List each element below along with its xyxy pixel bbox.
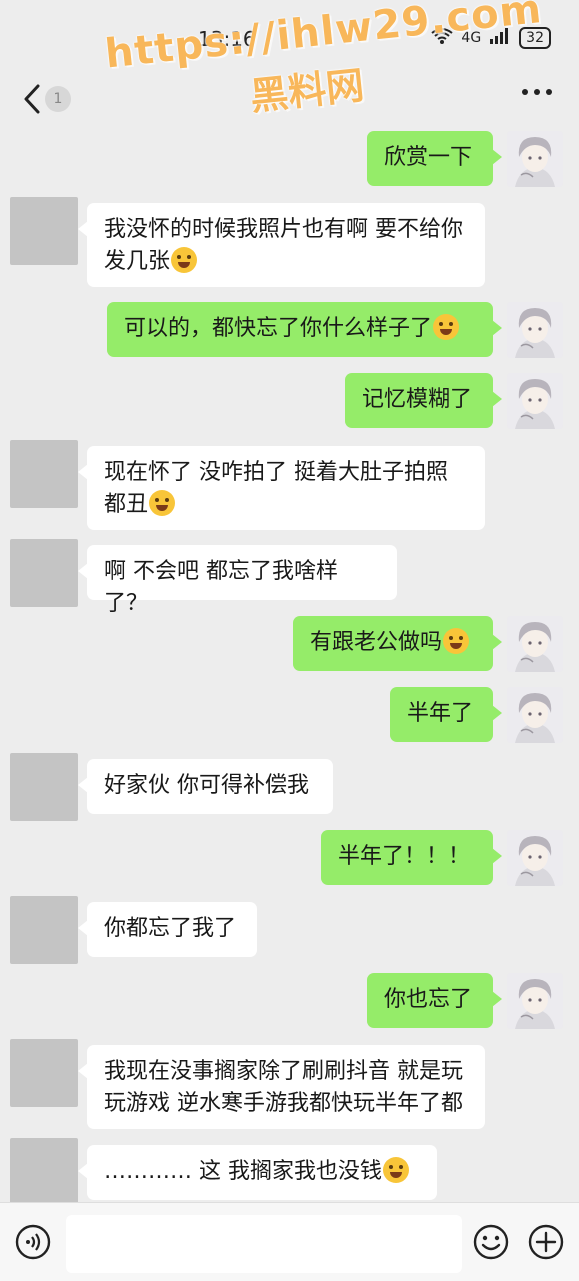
plus-button[interactable] [527, 1223, 565, 1261]
chat-header [0, 70, 579, 128]
message-text: 你都忘了我了 [104, 916, 237, 941]
message-text: 我没怀的时候我照片也有啊 要不给你发几张 [104, 217, 463, 274]
message-text: 啊 不会吧 都忘了我啥样了？ [104, 559, 338, 616]
voice-icon [15, 1224, 51, 1260]
message-text: 欣赏一下 [384, 145, 473, 170]
contact-avatar[interactable] [10, 753, 78, 821]
my-avatar[interactable] [507, 616, 563, 672]
message-bubble-incoming[interactable]: ………… 这 我搁家我也没钱 [78, 1145, 437, 1200]
message-bubble-outgoing[interactable]: 欣赏一下 [367, 131, 502, 186]
my-avatar[interactable] [507, 131, 563, 187]
my-avatar[interactable] [507, 687, 563, 743]
laugh-cry-emoji-icon [149, 490, 176, 516]
message-bubble-outgoing[interactable]: 你也忘了 [367, 973, 502, 1028]
message-bubble-outgoing[interactable]: 可以的，都快忘了你什么样子了 [107, 302, 502, 357]
laugh-cry-emoji-icon [171, 247, 198, 273]
message-bubble-incoming[interactable]: 啊 不会吧 都忘了我啥样了？ [78, 545, 397, 616]
emoji-button[interactable] [472, 1223, 510, 1261]
message-bubble-outgoing[interactable]: 记忆模糊了 [345, 373, 502, 428]
back-button[interactable] [18, 82, 46, 116]
message-bubble-incoming[interactable]: 我没怀的时候我照片也有啊 要不给你发几张 [78, 203, 485, 287]
message-bubble-outgoing[interactable]: 半年了 [390, 687, 502, 742]
crying-emoji-icon [433, 314, 460, 340]
contact-avatar[interactable] [10, 896, 78, 964]
emoji-icon [473, 1224, 509, 1260]
input-bar [0, 1202, 579, 1281]
chevron-left-icon [24, 84, 40, 114]
contact-avatar[interactable] [10, 1039, 78, 1107]
contact-avatar[interactable] [10, 440, 78, 508]
my-avatar[interactable] [507, 830, 563, 886]
message-text: 半年了！！！ [338, 844, 471, 869]
message-bubble-incoming[interactable]: 我现在没事搁家除了刷刷抖音 就是玩玩游戏 逆水寒手游我都快玩半年了都 [78, 1045, 485, 1129]
message-bubble-incoming[interactable]: 你都忘了我了 [78, 902, 257, 957]
message-text: 可以的，都快忘了你什么样子了 [124, 316, 433, 341]
message-text: 我现在没事搁家除了刷刷抖音 就是玩玩游戏 逆水寒手游我都快玩半年了都 [104, 1059, 463, 1116]
message-text: 半年了 [407, 701, 474, 726]
message-input[interactable] [66, 1215, 462, 1273]
message-bubble-incoming[interactable]: 好家伙 你可得补偿我 [78, 759, 333, 814]
contact-avatar[interactable] [10, 1138, 78, 1206]
message-text: 你也忘了 [384, 987, 473, 1012]
my-avatar[interactable] [507, 373, 563, 429]
message-text: 好家伙 你可得补偿我 [104, 773, 309, 798]
ellipsis-icon [522, 89, 552, 95]
voice-button[interactable] [14, 1223, 52, 1261]
sweat-smile-emoji-icon [383, 1157, 409, 1183]
unread-badge: 1 [45, 86, 71, 112]
my-avatar[interactable] [507, 302, 563, 358]
message-text: 有跟老公做吗 [310, 630, 443, 655]
laugh-cry-emoji-icon [443, 628, 470, 654]
contact-avatar[interactable] [10, 197, 78, 265]
message-text: ………… 这 我搁家我也没钱 [104, 1159, 382, 1184]
contact-avatar[interactable] [10, 539, 78, 607]
message-bubble-incoming[interactable]: 现在怀了 没咋拍了 挺着大肚子拍照都丑 [78, 446, 485, 530]
my-avatar[interactable] [507, 973, 563, 1029]
message-bubble-outgoing[interactable]: 有跟老公做吗 [293, 616, 502, 671]
plus-icon [528, 1224, 564, 1260]
more-button[interactable] [519, 78, 555, 106]
message-text: 记忆模糊了 [362, 387, 473, 412]
message-bubble-outgoing[interactable]: 半年了！！！ [321, 830, 502, 885]
